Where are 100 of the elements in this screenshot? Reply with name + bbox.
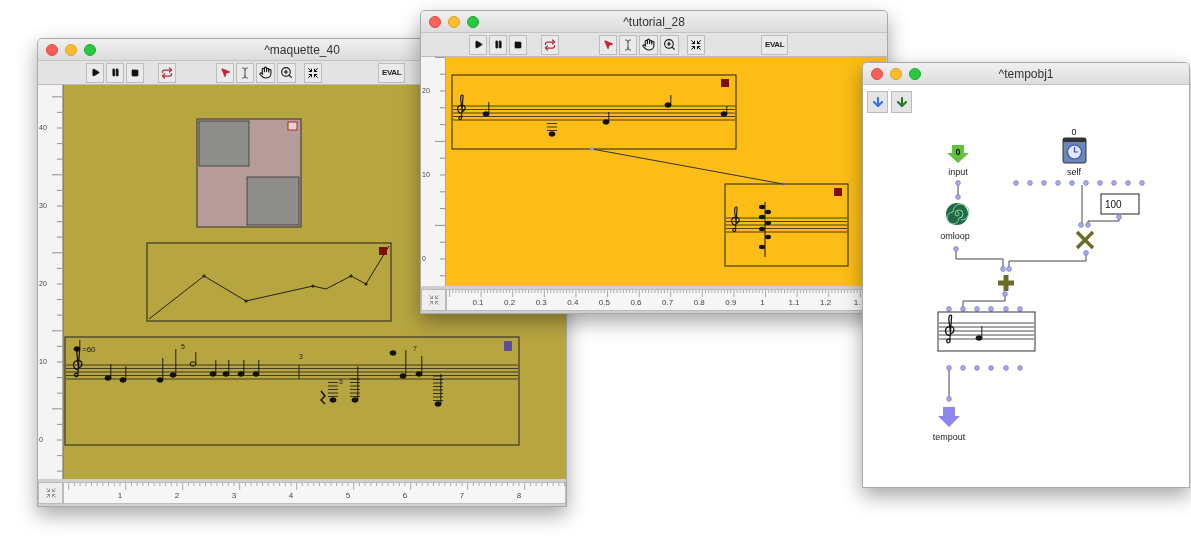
connection-point[interactable] — [953, 246, 959, 252]
connection-point[interactable] — [1003, 365, 1009, 371]
eval-button[interactable]: EVAL — [761, 34, 789, 55]
arrow-tool-button[interactable] — [216, 62, 234, 83]
treble-clef-icon — [72, 348, 83, 378]
connection-point[interactable] — [988, 365, 994, 371]
connection-point[interactable] — [960, 365, 966, 371]
note-icon — [104, 363, 112, 381]
connection-point[interactable] — [988, 306, 994, 312]
zoom-icon — [663, 38, 676, 51]
connection-point[interactable] — [1139, 180, 1145, 186]
corner-icon[interactable] — [38, 482, 63, 504]
close-button[interactable] — [46, 43, 58, 56]
ruler-label: 1. — [853, 299, 861, 307]
minimize-button[interactable] — [65, 43, 77, 56]
note-icon — [546, 123, 558, 137]
zoom-button[interactable] — [84, 43, 96, 56]
connection-point[interactable] — [1006, 266, 1012, 272]
zoom-tool-button[interactable] — [660, 34, 679, 55]
connection-point[interactable] — [1017, 365, 1023, 371]
minimize-button[interactable] — [890, 67, 902, 80]
note-icon — [349, 365, 361, 403]
pattern-box[interactable] — [196, 118, 302, 228]
connection-point[interactable] — [1013, 180, 1019, 186]
pause-button[interactable] — [489, 34, 507, 55]
note-icon — [209, 359, 217, 377]
connection-point[interactable] — [1000, 266, 1006, 272]
eval-button[interactable]: EVAL — [378, 62, 406, 83]
stop-button[interactable] — [126, 62, 144, 83]
score-box[interactable] — [937, 311, 1036, 352]
connection-point[interactable] — [1069, 180, 1075, 186]
connection-point[interactable] — [1078, 222, 1084, 228]
connection-point[interactable] — [1017, 306, 1023, 312]
box-label: input — [948, 167, 968, 177]
connection-point[interactable] — [946, 365, 952, 371]
connection-point[interactable] — [1097, 180, 1103, 186]
connection-point[interactable] — [1002, 291, 1008, 297]
connection-point[interactable] — [974, 306, 980, 312]
score-box[interactable] — [724, 183, 849, 267]
text-cursor-icon — [239, 66, 251, 79]
corner-icon[interactable] — [421, 289, 446, 311]
close-button[interactable] — [871, 67, 883, 80]
zoom-tool-button[interactable] — [277, 62, 296, 83]
connection-point[interactable] — [946, 396, 952, 402]
connection-point[interactable] — [1125, 180, 1131, 186]
note-icon — [169, 348, 177, 378]
score-box[interactable] — [451, 74, 737, 150]
connection-point[interactable] — [974, 365, 980, 371]
connection-point[interactable] — [955, 194, 961, 200]
connection-point[interactable] — [955, 180, 961, 186]
connection-point[interactable] — [1083, 250, 1089, 256]
hand-tool-button[interactable] — [639, 34, 658, 55]
connection-point[interactable] — [1083, 180, 1089, 186]
plus-icon[interactable] — [995, 272, 1017, 294]
arrow-down-button[interactable] — [891, 91, 912, 113]
pause-button[interactable] — [106, 62, 124, 83]
connection-point[interactable] — [1116, 214, 1122, 220]
play-icon — [473, 40, 483, 49]
note-icon — [482, 101, 490, 117]
play-button[interactable] — [86, 62, 104, 83]
loop-button[interactable] — [541, 34, 559, 55]
clock-icon[interactable] — [1062, 137, 1087, 164]
number-box[interactable] — [1100, 193, 1140, 215]
arrow-down-button[interactable] — [867, 91, 888, 113]
connection-point[interactable] — [1055, 180, 1061, 186]
play-button[interactable] — [469, 34, 487, 55]
connection-point[interactable] — [946, 306, 952, 312]
multiply-icon[interactable] — [1075, 230, 1095, 250]
hand-tool-button[interactable] — [256, 62, 275, 83]
minimize-button[interactable] — [448, 15, 460, 28]
window-title: ^maquette_40 — [264, 41, 340, 59]
tempo-mark: =60 — [82, 345, 96, 354]
output-arrow-icon[interactable] — [938, 407, 960, 427]
marker-icon[interactable] — [721, 79, 729, 87]
fit-button[interactable] — [304, 62, 322, 83]
input-arrow-icon[interactable] — [947, 145, 969, 163]
fit-button[interactable] — [687, 34, 705, 55]
connection-point[interactable] — [1003, 306, 1009, 312]
connection-point[interactable] — [1111, 180, 1117, 186]
zoom-button[interactable] — [909, 67, 921, 80]
ruler-label: 1.1 — [788, 299, 800, 307]
ruler-label: 1 — [760, 299, 765, 307]
ruler-label: 0.6 — [630, 299, 642, 307]
zoom-button[interactable] — [467, 15, 479, 28]
break-point-function-box[interactable] — [146, 242, 392, 322]
score-box[interactable] — [64, 336, 520, 446]
connection-point[interactable] — [960, 306, 966, 312]
marker-icon[interactable] — [379, 247, 387, 255]
connection-point[interactable] — [1085, 222, 1091, 228]
spiral-icon[interactable] — [946, 203, 970, 225]
marker-icon[interactable] — [834, 188, 842, 196]
connection-point[interactable] — [1027, 180, 1033, 186]
rest-icon — [320, 390, 326, 405]
stop-button[interactable] — [509, 34, 527, 55]
connection-point[interactable] — [1041, 180, 1047, 186]
loop-button[interactable] — [158, 62, 176, 83]
close-button[interactable] — [429, 15, 441, 28]
connection-point[interactable] — [781, 182, 785, 186]
note-icon — [975, 325, 983, 341]
arrow-tool-button[interactable] — [599, 34, 617, 55]
